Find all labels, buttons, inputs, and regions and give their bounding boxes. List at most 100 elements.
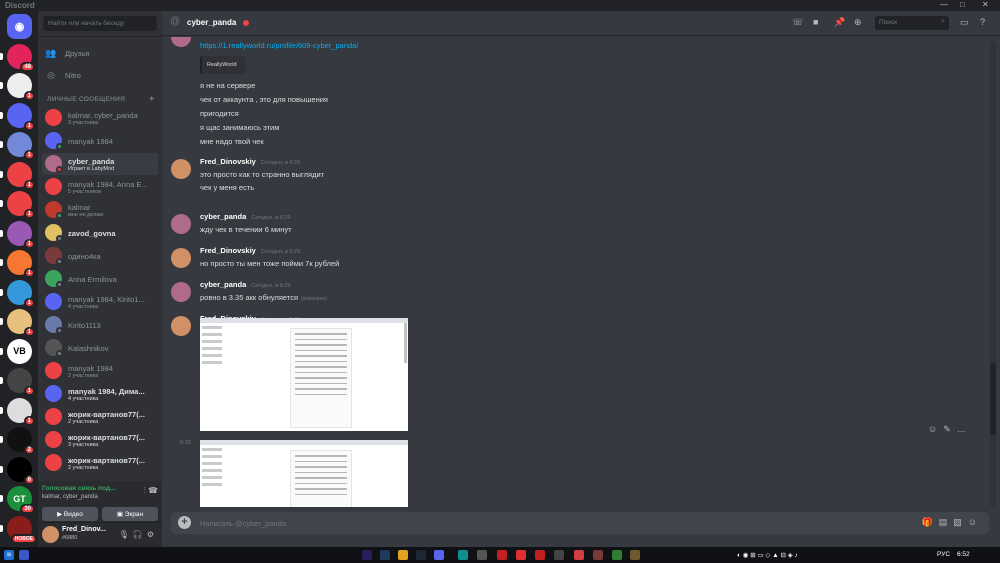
dm-item[interactable]: manyak 1984, Kirito1... 4 участника <box>42 291 158 313</box>
message-avatar[interactable] <box>171 159 191 179</box>
dm-item[interactable]: одино4ка <box>42 245 158 267</box>
dm-search-input[interactable]: Найти или начать беседу <box>43 16 157 31</box>
server-icon[interactable]: 1 <box>0 250 35 278</box>
dm-item[interactable]: Anna Ermilova <box>42 268 158 290</box>
inbox-icon[interactable]: ▭ <box>960 17 969 28</box>
server-icon[interactable]: 1 <box>0 191 35 219</box>
scrollbar-track[interactable] <box>990 41 996 507</box>
edit-icon[interactable]: ✎ <box>943 424 957 434</box>
dm-item[interactable]: manyak 1984, Anna E... 5 участников <box>42 176 158 198</box>
clock[interactable]: 6:52 <box>957 551 970 558</box>
link-embed[interactable]: ReallyWorld <box>200 56 246 74</box>
dm-item[interactable]: zavod_govna <box>42 222 158 244</box>
yandex-icon[interactable] <box>516 550 526 560</box>
pin-icon[interactable]: 📌 <box>834 17 845 28</box>
server-icon[interactable]: 48 <box>0 43 35 72</box>
server-icon[interactable]: 1 <box>0 102 35 131</box>
keyboard-language[interactable]: РУС <box>937 551 950 558</box>
media-icon[interactable] <box>535 550 545 560</box>
voice-channel[interactable]: kalmar, cyber_panda <box>42 494 98 500</box>
message-composer[interactable]: + Написать @cyber_panda 🎁▤▧☺ <box>171 512 989 534</box>
minimize-button[interactable]: — <box>940 0 948 9</box>
disconnect-icon[interactable]: ☎ <box>148 486 158 495</box>
gif-icon[interactable]: ▤ <box>939 517 954 527</box>
edge-icon[interactable] <box>458 550 468 560</box>
premiere-icon[interactable] <box>362 550 372 560</box>
sticker-icon[interactable]: ▧ <box>953 517 968 527</box>
message-author[interactable]: cyber_panda Сегодня, в 6:29 <box>200 212 291 221</box>
dm-item[interactable]: Kirito1113 <box>42 314 158 336</box>
message-avatar[interactable] <box>171 248 191 268</box>
message-avatar[interactable] <box>171 282 191 302</box>
server-icon[interactable]: 1 <box>0 73 35 101</box>
chat-search-input[interactable]: Поиск ⌕ <box>875 16 949 30</box>
message-author[interactable]: Fred_Dinovskiy Сегодня, в 6:29 <box>200 157 300 166</box>
help-icon[interactable]: ? <box>980 17 985 27</box>
dm-item[interactable]: manyak 1984 2 участника <box>42 360 158 382</box>
create-dm-icon[interactable]: + <box>149 94 155 105</box>
message-author[interactable]: cyber_panda Сегодня, в 6:29 <box>200 280 291 289</box>
upload-icon[interactable]: + <box>178 516 191 529</box>
server-icon[interactable]: 1 <box>0 132 35 160</box>
gift-icon[interactable]: 🎁 <box>922 517 939 527</box>
server-icon[interactable]: 1 <box>0 161 35 190</box>
dm-item[interactable]: жорик-вартанов77(... 3 участника <box>42 429 158 451</box>
server-icon[interactable]: 1 <box>0 279 35 308</box>
dm-item[interactable]: Kalashnikov <box>42 337 158 359</box>
dm-item[interactable]: cyber_panda Играет в LabyMod <box>42 153 158 175</box>
dm-item[interactable]: manyak 1984, Дима... 4 участника <box>42 383 158 405</box>
maximize-button[interactable]: □ <box>960 0 965 9</box>
call-icon[interactable]: ☏ <box>792 17 803 28</box>
user-avatar[interactable] <box>42 526 59 543</box>
image-attachment[interactable] <box>200 318 408 431</box>
app-icon[interactable] <box>593 550 603 560</box>
app-icon[interactable] <box>554 550 564 560</box>
message-avatar[interactable] <box>171 214 191 234</box>
app-icon[interactable] <box>477 550 487 560</box>
scrollbar-thumb[interactable] <box>990 363 996 435</box>
nitro-nav-item[interactable]: ◎ Nitro <box>44 66 156 84</box>
server-icon[interactable]: НОВОЕ <box>0 515 37 544</box>
home-button[interactable]: ◉ <box>7 14 32 39</box>
emoji-icon[interactable]: ☺ <box>968 517 983 527</box>
dm-item[interactable]: kalmar, cyber_panda 3 участника <box>42 107 158 129</box>
chat-title[interactable]: cyber_panda <box>187 18 236 27</box>
taskview-icon[interactable] <box>19 550 29 560</box>
message-avatar[interactable] <box>171 37 191 47</box>
server-icon[interactable]: GT 30 <box>0 486 35 514</box>
tray-icons[interactable]: ◐ ◉ ⊞ ▭ ◇ ▲ ⊟ ◈ ♪ <box>737 551 798 559</box>
mic-icon[interactable]: 🎙 <box>119 530 133 539</box>
server-icon[interactable]: 1 <box>0 309 35 337</box>
discord-taskbar-icon[interactable] <box>434 550 444 560</box>
image-attachment[interactable] <box>200 440 408 507</box>
server-icon[interactable]: VB <box>0 338 32 364</box>
dm-item[interactable]: жорик-вартанов77(... 2 участника <box>42 452 158 474</box>
dm-item[interactable]: kalmar мне не делаю <box>42 199 158 221</box>
server-icon[interactable]: 2 <box>0 427 35 455</box>
add-friend-icon[interactable]: ⊕ <box>854 17 862 28</box>
folder-icon[interactable] <box>398 550 408 560</box>
steam-icon[interactable] <box>416 550 426 560</box>
add-reaction-icon[interactable]: ☺ <box>928 424 943 434</box>
message-author[interactable]: Fred_Dinovskiy Сегодня, в 6:29 <box>200 246 300 255</box>
server-icon[interactable]: 1 <box>0 220 35 249</box>
audition-icon[interactable] <box>380 550 390 560</box>
settings-icon[interactable]: ⚙ <box>147 530 158 539</box>
app-icon[interactable] <box>574 550 584 560</box>
friends-nav-item[interactable]: 👥 Друзья <box>44 44 156 62</box>
opera-icon[interactable] <box>497 550 507 560</box>
screen-share-button[interactable]: ▣ Экран <box>102 507 158 521</box>
dm-item[interactable]: жорик-вартанов77(... 2 участника <box>42 406 158 428</box>
app-icon[interactable] <box>630 550 640 560</box>
signal-icon[interactable]: ⫶ <box>144 486 146 495</box>
more-icon[interactable]: … <box>957 424 972 434</box>
start-icon[interactable]: ⊞ <box>4 550 14 560</box>
minecraft-icon[interactable] <box>612 550 622 560</box>
server-icon[interactable]: 6 <box>0 456 35 485</box>
close-window-button[interactable]: ✕ <box>982 0 989 9</box>
video-button[interactable]: ▶ Видео <box>42 507 98 521</box>
headphones-icon[interactable]: 🎧 <box>133 530 147 539</box>
profile-link[interactable]: https://1.reallyworld.ru/profile/609-cyb… <box>200 41 358 50</box>
dm-item[interactable]: manyak 1984 <box>42 130 158 152</box>
server-icon[interactable]: 1 <box>0 368 35 396</box>
